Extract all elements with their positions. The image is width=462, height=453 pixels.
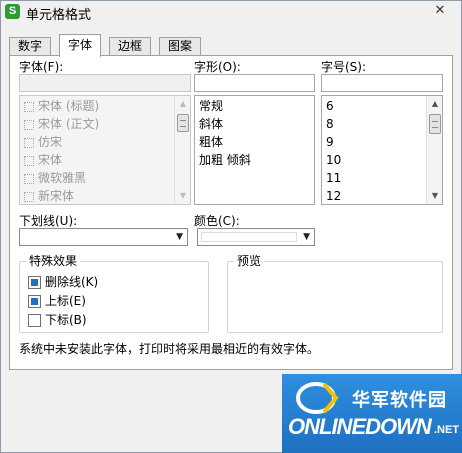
preview-group [227,261,443,333]
subscript-label: 下标(B) [45,313,87,327]
font-list-item[interactable]: 宋体 (正文) [24,115,99,133]
scroll-thumb[interactable] [177,114,189,132]
effects-title: 特殊效果 [26,252,81,269]
style-list-item[interactable]: 常规 [199,97,223,115]
checkbox-unchecked-icon[interactable] [28,314,41,327]
missing-font-note: 系统中未安装此字体，打印时将采用最相近的有效字体。 [19,342,320,356]
underline-dropdown[interactable]: ▼ [19,228,188,246]
scroll-thumb[interactable] [429,114,441,134]
font-list-scrollbar[interactable]: ▲ ▼ [174,96,190,204]
style-label: 字形(O): [194,60,241,74]
checkbox-indeterminate-icon[interactable] [28,276,41,289]
font-list-item[interactable]: 新宋体 [24,187,74,204]
wps-app-icon: S [5,4,20,19]
font-style-list[interactable]: 常规 斜体 粗体 加粗 倾斜 [194,95,315,205]
tab-number[interactable]: 数字 [9,37,52,56]
font-list-item[interactable]: 微软雅黑 [24,169,86,187]
size-list-item[interactable]: 8 [326,115,334,133]
size-label: 字号(S): [321,60,367,74]
style-list-item[interactable]: 粗体 [199,133,223,151]
tab-border[interactable]: 边框 [109,37,152,56]
font-list-item[interactable]: 宋体 (标题) [24,97,99,115]
size-list-scrollbar[interactable]: ▲ ▼ [426,96,442,204]
underline-label: 下划线(U): [19,214,78,228]
close-button[interactable]: ✕ [429,2,451,20]
tab-strip: 数字 字体 边框 图案 [9,34,449,57]
strikethrough-label: 删除线(K) [45,275,99,289]
watermark-cn-text: 华军软件园 [352,390,447,411]
size-list-item[interactable]: 6 [326,97,334,115]
dropdown-arrow-icon[interactable]: ▼ [176,229,183,245]
size-list-item[interactable]: 12 [326,187,341,204]
onlinedown-watermark: 华军软件园 ONLINEDOWN .NET [282,374,462,453]
scroll-up-arrow-icon[interactable]: ▲ [175,96,190,112]
style-list-item[interactable]: 斜体 [199,115,223,133]
color-dropdown[interactable]: ▼ [197,228,315,246]
superscript-label: 上标(E) [45,294,86,308]
strikethrough-checkbox[interactable]: 删除线(K) [28,274,98,290]
tab-font[interactable]: 字体 [59,34,102,57]
size-list-item[interactable]: 10 [326,151,341,169]
preview-title: 预览 [234,252,265,269]
scroll-down-arrow-icon[interactable]: ▼ [175,188,190,204]
watermark-en-text: ONLINEDOWN [288,414,432,439]
font-label: 字体(F): [19,60,64,74]
font-size-input[interactable] [321,74,443,92]
onlinedown-logo-icon [296,382,339,414]
color-label: 颜色(C): [194,214,240,228]
font-style-input[interactable] [194,74,315,92]
font-list-item[interactable]: 宋体 [24,151,62,169]
style-list-item[interactable]: 加粗 倾斜 [199,151,251,169]
scroll-down-arrow-icon[interactable]: ▼ [427,188,442,204]
subscript-checkbox[interactable]: 下标(B) [28,312,87,328]
scroll-up-arrow-icon[interactable]: ▲ [427,96,442,112]
font-name-input[interactable] [19,74,191,92]
font-list-item[interactable]: 仿宋 [24,133,62,151]
dialog-title: 单元格格式 [26,8,92,23]
tab-pattern[interactable]: 图案 [159,37,202,56]
font-tab-panel: 字体(F): 宋体 (标题) 宋体 (正文) 仿宋 宋体 微软雅黑 新宋体 ▲ … [9,55,453,370]
superscript-checkbox[interactable]: 上标(E) [28,293,86,309]
font-size-list[interactable]: 6 8 9 10 11 12 ▲ ▼ [321,95,443,205]
checkbox-indeterminate-icon[interactable] [28,295,41,308]
watermark-net-text: .NET [434,424,460,436]
color-swatch [201,232,297,242]
title-bar: S 单元格格式 ✕ [1,1,461,23]
font-name-list[interactable]: 宋体 (标题) 宋体 (正文) 仿宋 宋体 微软雅黑 新宋体 ▲ ▼ [19,95,191,205]
size-list-item[interactable]: 9 [326,133,334,151]
size-list-item[interactable]: 11 [326,169,341,187]
dropdown-arrow-icon[interactable]: ▼ [303,229,310,245]
format-cells-dialog: S 单元格格式 ✕ 数字 字体 边框 图案 字体(F): 宋体 (标题) 宋体 … [0,0,462,453]
